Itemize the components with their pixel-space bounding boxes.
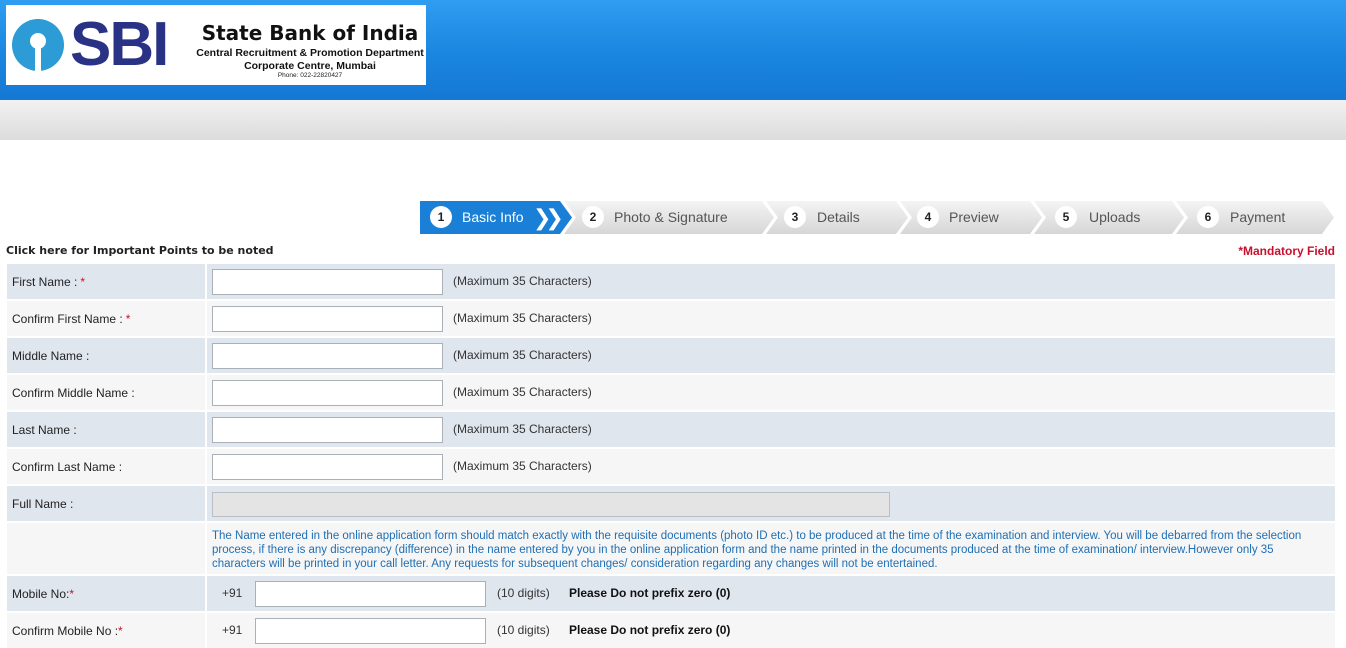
step-label: Details [817,209,860,225]
sbi-logo: SBI State Bank of India Central Recruitm… [6,5,426,85]
form-row-confirm-first-name: Confirm First Name : * (Maximum 35 Charac… [7,301,1335,336]
country-code-prefix: +91 [222,586,243,600]
bank-name: State Bank of India [201,21,419,45]
last-name-hint: (Maximum 35 Characters) [453,422,592,436]
step-basic-info[interactable]: 1 Basic Info ❯❯ [420,201,572,234]
step-number: 3 [784,206,806,228]
mobile-zero-warning: Please Do not prefix zero (0) [569,586,731,600]
confirm-middle-name-input[interactable] [212,380,443,406]
office-name: Corporate Centre, Mumbai [244,60,376,72]
logo-wordmark: SBI [70,10,169,79]
step-label: Preview [949,209,999,225]
full-name-label: Full Name : [7,486,205,521]
step-preview[interactable]: 4 Preview [900,201,1042,234]
confirm-middle-name-hint: (Maximum 35 Characters) [453,385,592,399]
double-chevron-right-icon: ❯❯ [533,205,564,230]
step-label: Payment [1230,209,1286,225]
mobile-label: Mobile No: * [7,576,205,611]
confirm-middle-name-label: Confirm Middle Name : [7,375,205,410]
form-row-first-name: First Name : * (Maximum 35 Characters) [7,264,1335,299]
form-row-full-name: Full Name : [7,486,1335,521]
form-row-confirm-mobile: Confirm Mobile No : * +91 (10 digits) Ple… [7,613,1335,648]
step-number: 1 [430,206,452,228]
step-uploads[interactable]: 5 Uploads [1034,201,1184,234]
middle-name-label: Middle Name : [7,338,205,373]
confirm-first-name-input[interactable] [212,306,443,332]
step-number: 5 [1055,206,1077,228]
confirm-last-name-input[interactable] [212,454,443,480]
confirm-last-name-label: Confirm Last Name : [7,449,205,484]
first-name-input[interactable] [212,269,443,295]
sbi-keyhole-icon [12,19,64,71]
middle-name-hint: (Maximum 35 Characters) [453,348,592,362]
mandatory-field-note: *Mandatory Field [1238,244,1335,258]
form-row-name-note: The Name entered in the online applicati… [7,523,1335,574]
department-name: Central Recruitment & Promotion Departme… [196,47,424,59]
confirm-mobile-zero-warning: Please Do not prefix zero (0) [569,623,731,637]
step-label: Basic Info [462,209,524,225]
phone-number: Phone: 022-22820427 [277,72,343,79]
confirm-mobile-digits-hint: (10 digits) [497,623,550,637]
step-number: 4 [917,206,939,228]
last-name-input[interactable] [212,417,443,443]
first-name-hint: (Maximum 35 Characters) [453,274,592,288]
step-payment[interactable]: 6 Payment [1176,201,1334,234]
mobile-input[interactable] [255,581,486,607]
confirm-mobile-input[interactable] [255,618,486,644]
form-row-middle-name: Middle Name : (Maximum 35 Characters) [7,338,1335,373]
step-photo-signature[interactable]: 2 Photo & Signature [564,201,774,234]
confirm-last-name-hint: (Maximum 35 Characters) [453,459,592,473]
step-number: 6 [1197,206,1219,228]
last-name-label: Last Name : [7,412,205,447]
mobile-digits-hint: (10 digits) [497,586,550,600]
first-name-label: First Name : * [7,264,205,299]
country-code-prefix: +91 [222,623,243,637]
confirm-mobile-label: Confirm Mobile No : * [7,613,205,648]
form-row-last-name: Last Name : (Maximum 35 Characters) [7,412,1335,447]
form-row-confirm-middle-name: Confirm Middle Name : (Maximum 35 Charac… [7,375,1335,410]
important-points-link[interactable]: Click here for Important Points to be no… [6,244,274,257]
step-label: Uploads [1089,209,1141,225]
step-label: Photo & Signature [614,209,728,225]
header-banner: SBI State Bank of India Central Recruitm… [0,0,1346,100]
form-row-mobile: Mobile No: * +91 (10 digits) Please Do no… [7,576,1335,611]
confirm-first-name-hint: (Maximum 35 Characters) [453,311,592,325]
middle-name-input[interactable] [212,343,443,369]
sub-navigation-bar [0,100,1346,140]
name-matching-note: The Name entered in the online applicati… [212,530,1302,570]
step-number: 2 [582,206,604,228]
full-name-field [212,492,890,517]
confirm-first-name-label: Confirm First Name : * [7,301,205,336]
form-row-confirm-last-name: Confirm Last Name : (Maximum 35 Characte… [7,449,1335,484]
name-note-spacer [7,523,205,574]
step-details[interactable]: 3 Details [766,201,908,234]
